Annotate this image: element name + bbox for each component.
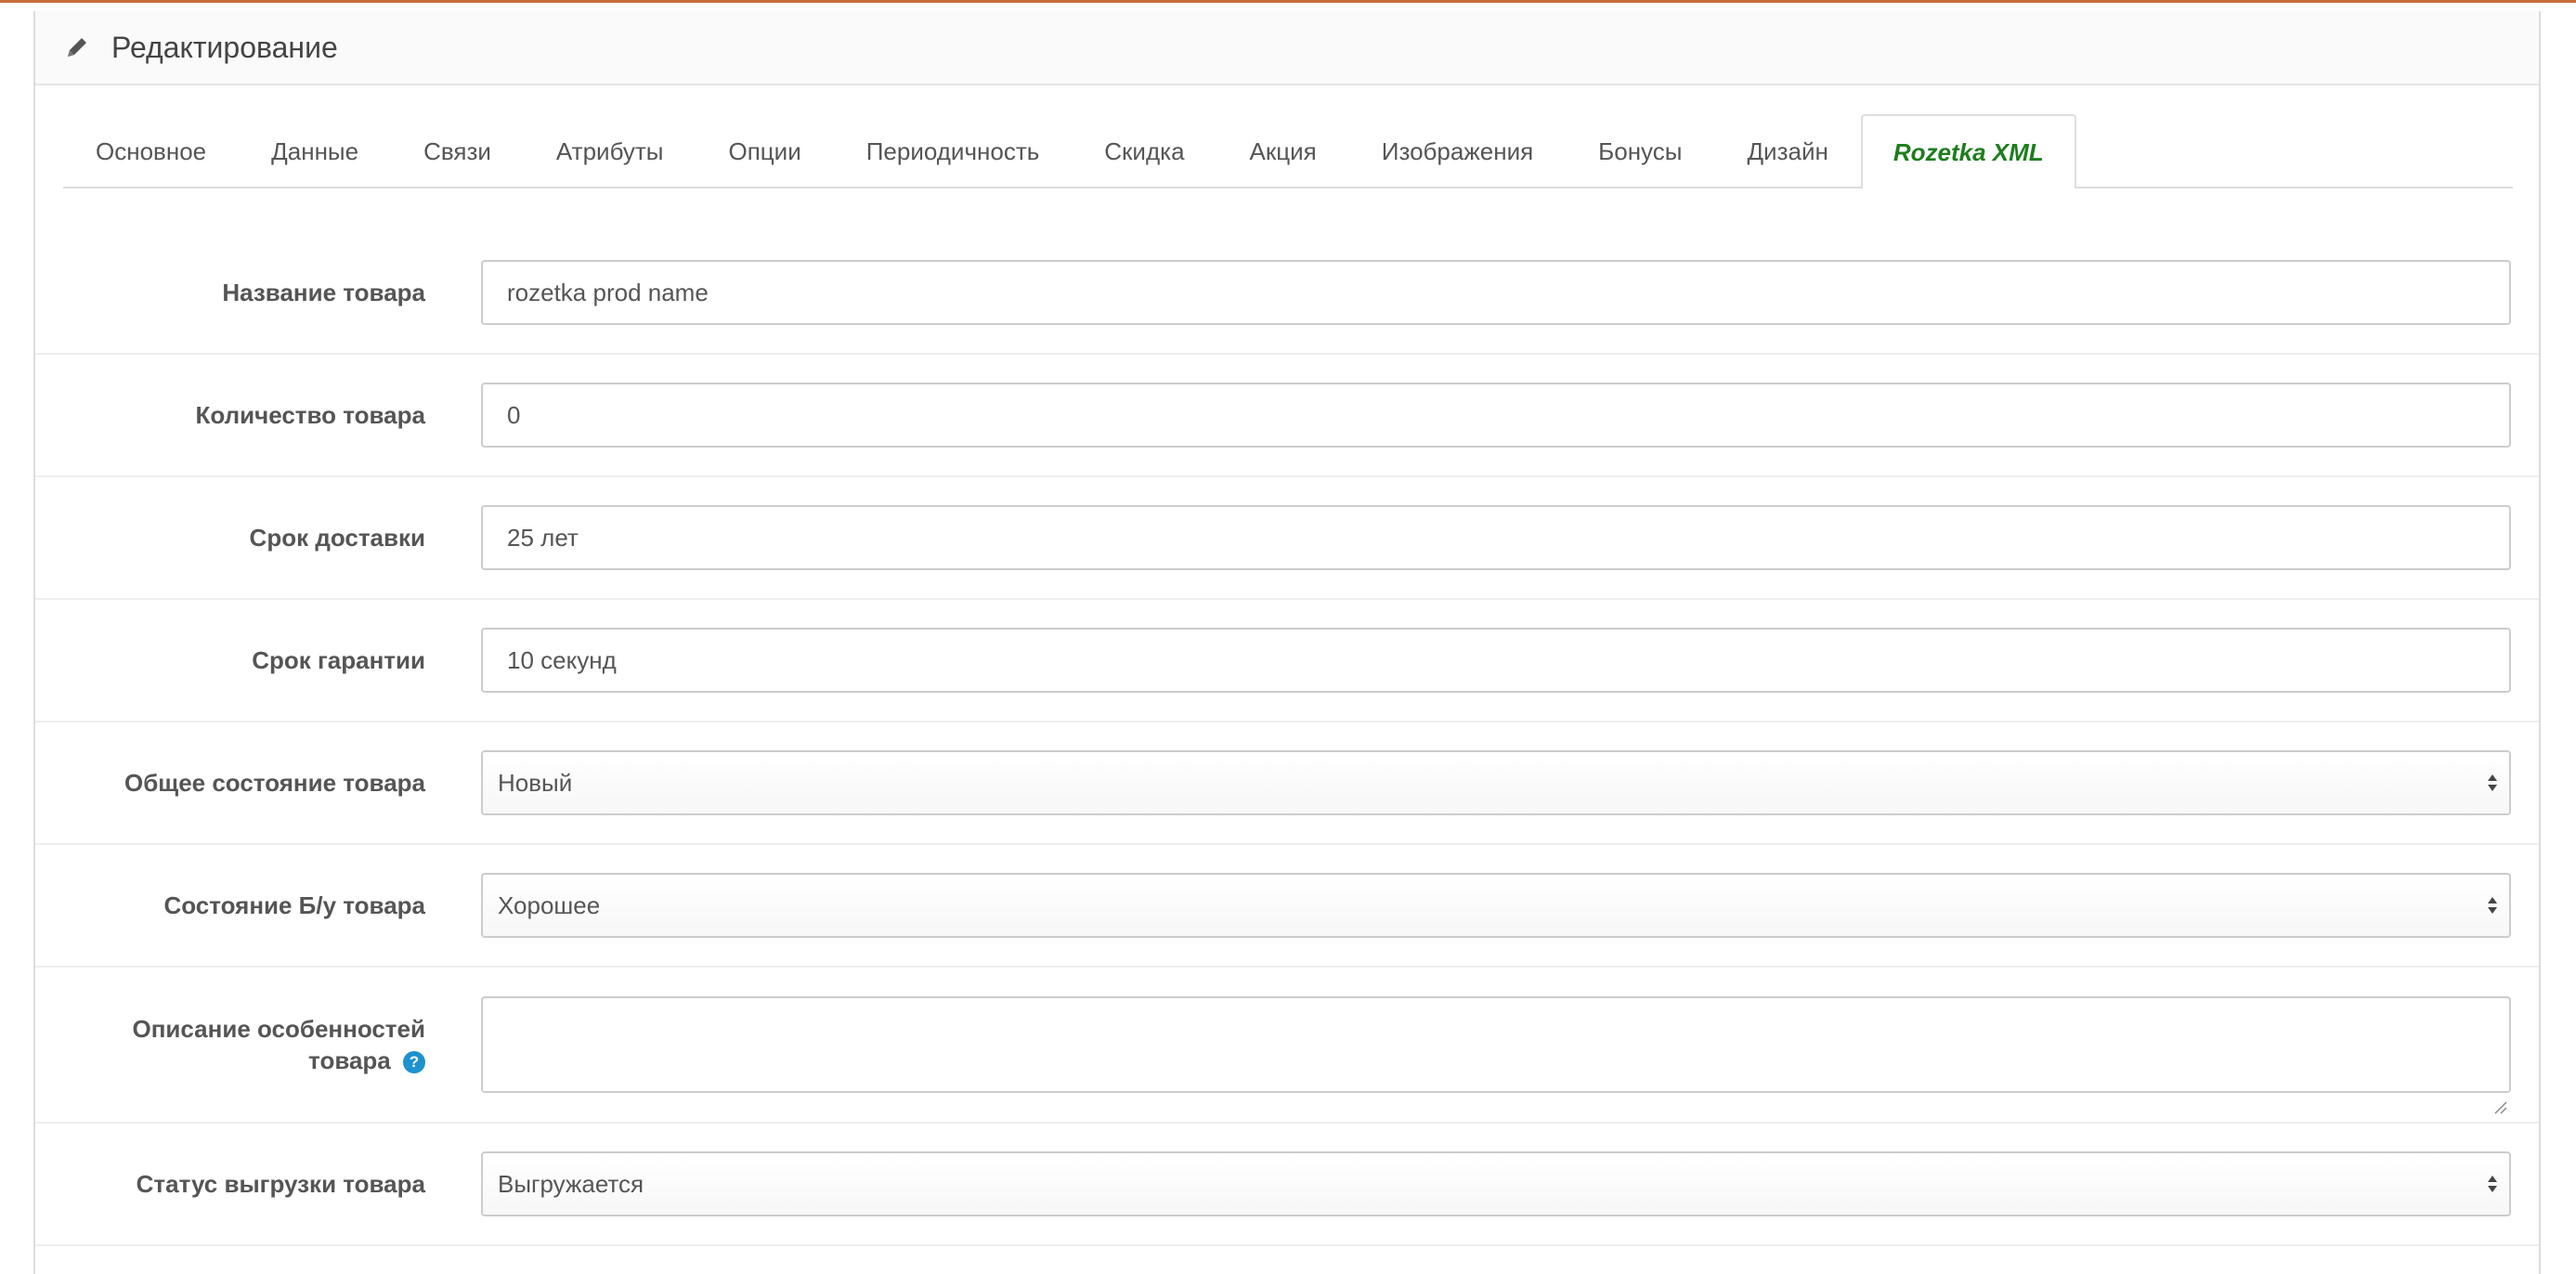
select-arrows-icon <box>2488 1176 2497 1192</box>
field-label-line2: товара <box>308 1046 391 1074</box>
form-row-warranty: Срок гарантии 10 секунд <box>35 600 2539 722</box>
tab-links[interactable]: Связи <box>391 114 524 187</box>
field-label: Общее состояние товара <box>124 769 425 797</box>
tab-bar: Основное Данные Связи Атрибуты Опции Пер… <box>63 114 2513 188</box>
form-row-quantity: Количество товара 0 <box>35 355 2539 477</box>
tab-images[interactable]: Изображения <box>1349 114 1566 187</box>
form-row-condition: Общее состояние товара Новый <box>35 722 2539 845</box>
field-label: Срок гарантии <box>252 646 425 674</box>
tab-options[interactable]: Опции <box>696 114 833 187</box>
select-arrows-icon <box>2488 774 2497 791</box>
panel-heading: Редактирование <box>35 11 2539 85</box>
top-accent-bar <box>0 0 2576 7</box>
tab-discount[interactable]: Скидка <box>1072 114 1216 187</box>
form-row-export-status: Статус выгрузки товара Выгружается <box>35 1124 2539 1246</box>
form-row-used-condition: Состояние Б/у товара Хорошее <box>35 845 2539 968</box>
field-label: Описание особенностей товара ? <box>35 1013 425 1076</box>
tab-reward[interactable]: Бонусы <box>1566 114 1714 187</box>
page-title: Редактирование <box>111 30 338 64</box>
field-label: Количество товара <box>195 401 425 429</box>
tab-rozetka-xml[interactable]: Rozetka XML <box>1860 114 2076 188</box>
field-label-line1: Описание особенностей <box>132 1015 425 1043</box>
help-icon[interactable]: ? <box>403 1051 425 1074</box>
rozetka-form: Название товара rozetka prod name Количе… <box>35 232 2539 1246</box>
field-label: Статус выгрузки товара <box>136 1170 425 1198</box>
select-value: Выгружается <box>498 1169 644 1198</box>
product-name-input[interactable]: rozetka prod name <box>481 260 2511 325</box>
form-row-features: Описание особенностей товара ? <box>35 968 2539 1124</box>
tab-recurring[interactable]: Периодичность <box>834 114 1073 187</box>
tab-design[interactable]: Дизайн <box>1714 114 1860 187</box>
form-row-delivery: Срок доставки 25 лет <box>35 477 2539 600</box>
field-label: Название товара <box>222 279 425 306</box>
resize-handle-icon[interactable] <box>2492 1099 2507 1114</box>
tab-data[interactable]: Данные <box>239 114 391 187</box>
tab-special[interactable]: Акция <box>1217 114 1349 187</box>
delivery-term-input[interactable]: 25 лет <box>481 505 2511 570</box>
tab-attributes[interactable]: Атрибуты <box>524 114 696 187</box>
features-textarea[interactable] <box>481 996 2511 1093</box>
edit-panel: Редактирование Основное Данные Связи Атр… <box>33 11 2541 1274</box>
used-condition-select[interactable]: Хорошее <box>481 873 2511 938</box>
select-value: Хорошее <box>498 890 601 919</box>
select-arrows-icon <box>2488 897 2497 914</box>
field-label: Срок доставки <box>249 524 425 552</box>
field-label: Состояние Б/у товара <box>163 891 425 919</box>
tab-general[interactable]: Основное <box>63 114 239 187</box>
warranty-term-input[interactable]: 10 секунд <box>481 628 2511 693</box>
pencil-icon <box>63 33 91 61</box>
condition-select[interactable]: Новый <box>481 750 2511 815</box>
export-status-select[interactable]: Выгружается <box>481 1151 2511 1216</box>
form-row-name: Название товара rozetka prod name <box>35 232 2539 355</box>
select-value: Новый <box>498 768 573 797</box>
quantity-input[interactable]: 0 <box>481 383 2511 448</box>
